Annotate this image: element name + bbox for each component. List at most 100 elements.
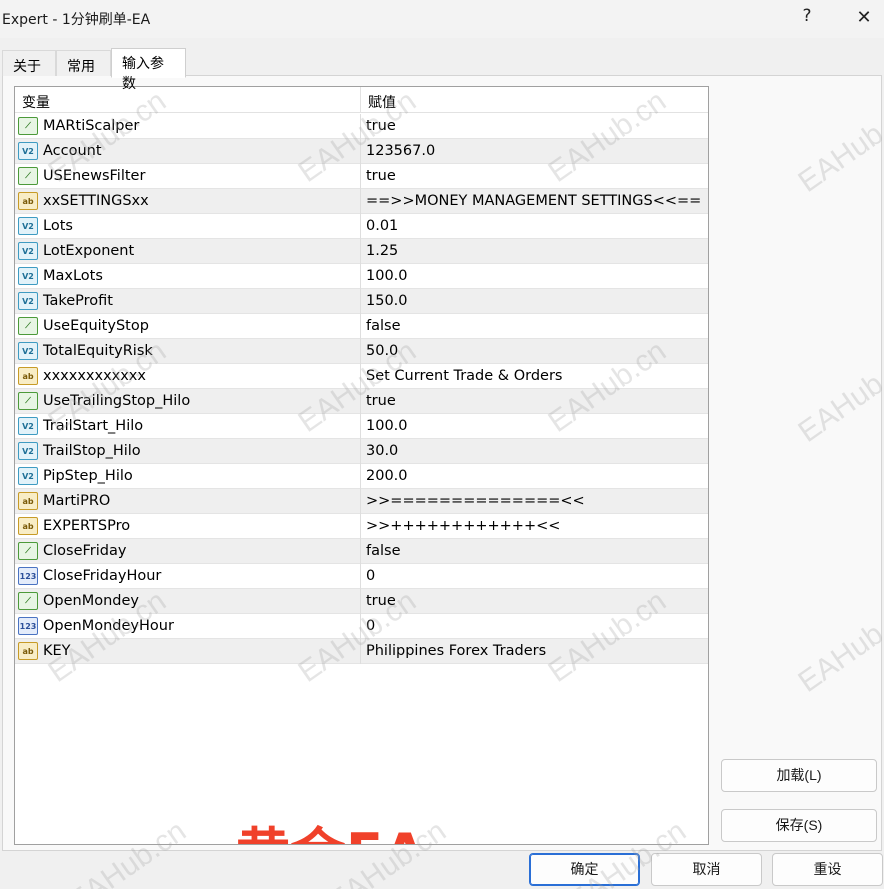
cancel-button[interactable]: 取消 [651, 853, 762, 886]
table-row[interactable]: V2 TrailStart_Hilo 100.0 [15, 414, 708, 439]
load-button[interactable]: 加载(L) [721, 759, 877, 792]
table-row[interactable]: V2 TakeProfit 150.0 [15, 289, 708, 314]
column-header-variable[interactable]: 变量 [22, 92, 50, 112]
cell-divider [360, 214, 361, 239]
table-row[interactable]: ⟋ UseTrailingStop_Hilo true [15, 389, 708, 414]
parameter-name: OpenMondeyHour [43, 618, 174, 634]
double-icon: V2 [18, 417, 38, 435]
cell-divider [360, 614, 361, 639]
parameter-name: CloseFriday [43, 543, 127, 559]
parameter-value[interactable]: 123567.0 [366, 143, 435, 159]
tab-common[interactable]: 常用 [56, 50, 111, 76]
parameter-name: KEY [43, 643, 71, 659]
parameter-name: TrailStop_Hilo [43, 443, 141, 459]
help-button[interactable]: ? [800, 6, 814, 26]
parameter-value[interactable]: >>++++++++++++<< [366, 518, 560, 534]
bool-icon: ⟋ [18, 592, 38, 610]
parameter-name: MaxLots [43, 268, 103, 284]
parameter-value[interactable]: 100.0 [366, 418, 408, 434]
parameter-value[interactable]: 1.25 [366, 243, 398, 259]
parameter-name: Account [43, 143, 102, 159]
cell-divider [360, 189, 361, 214]
parameter-name: TotalEquityRisk [43, 343, 153, 359]
cell-divider [360, 264, 361, 289]
parameter-value[interactable]: false [366, 543, 401, 559]
table-row[interactable]: ⟋ USEnewsFilter true [15, 164, 708, 189]
double-icon: V2 [18, 242, 38, 260]
parameter-value[interactable]: 0.01 [366, 218, 398, 234]
save-button[interactable]: 保存(S) [721, 809, 877, 842]
parameter-value[interactable]: true [366, 593, 396, 609]
reset-button[interactable]: 重设 [772, 853, 883, 886]
table-row[interactable]: V2 Account 123567.0 [15, 139, 708, 164]
table-row[interactable]: ab KEY Philippines Forex Traders [15, 639, 708, 664]
cell-divider [360, 139, 361, 164]
string-icon: ab [18, 367, 38, 385]
cell-divider [360, 289, 361, 314]
bool-icon: ⟋ [18, 392, 38, 410]
table-row[interactable]: V2 LotExponent 1.25 [15, 239, 708, 264]
parameter-value[interactable]: 0 [366, 568, 375, 584]
table-row[interactable]: V2 PipStep_Hilo 200.0 [15, 464, 708, 489]
parameter-value[interactable]: >>==============<< [366, 493, 585, 509]
parameter-name: TrailStart_Hilo [43, 418, 144, 434]
double-icon: V2 [18, 292, 38, 310]
parameter-value[interactable]: 150.0 [366, 293, 408, 309]
bool-icon: ⟋ [18, 317, 38, 335]
column-divider[interactable] [360, 87, 361, 113]
table-row[interactable]: V2 TotalEquityRisk 50.0 [15, 339, 708, 364]
table-row[interactable]: ⟋ MARtiScalper true [15, 114, 708, 139]
cell-divider [360, 339, 361, 364]
parameter-value[interactable]: false [366, 318, 401, 334]
parameter-name: TakeProfit [43, 293, 113, 309]
parameter-value[interactable]: 200.0 [366, 468, 408, 484]
table-row[interactable]: ab MartiPRO >>==============<< [15, 489, 708, 514]
cell-divider [360, 489, 361, 514]
cell-divider [360, 164, 361, 189]
table-row[interactable]: V2 MaxLots 100.0 [15, 264, 708, 289]
close-button[interactable]: ✕ [854, 7, 874, 28]
parameter-value[interactable]: 100.0 [366, 268, 408, 284]
table-row[interactable]: V2 TrailStop_Hilo 30.0 [15, 439, 708, 464]
column-header-value[interactable]: 赋值 [368, 92, 396, 112]
cell-divider [360, 364, 361, 389]
parameter-value[interactable]: true [366, 168, 396, 184]
cell-divider [360, 114, 361, 139]
parameter-value[interactable]: 30.0 [366, 443, 398, 459]
tab-inputs[interactable]: 输入参数 [111, 48, 186, 92]
parameter-value[interactable]: true [366, 393, 396, 409]
table-row[interactable]: ⟋ UseEquityStop false [15, 314, 708, 339]
inputs-grid[interactable]: 变量 赋值 ⟋ MARtiScalper true V2 Account 123567.0… [14, 86, 709, 845]
parameter-name: MARtiScalper [43, 118, 140, 134]
ok-button[interactable]: 确定 [529, 853, 640, 886]
parameter-value[interactable]: 0 [366, 618, 375, 634]
table-row[interactable]: ⟋ OpenMondey true [15, 589, 708, 614]
table-row[interactable]: ab EXPERTSPro >>++++++++++++<< [15, 514, 708, 539]
grid-rows: ⟋ MARtiScalper true V2 Account 123567.0 ⟋ USEne… [15, 114, 708, 664]
tab-about[interactable]: 关于 [2, 50, 56, 76]
double-icon: V2 [18, 142, 38, 160]
parameter-value[interactable]: 50.0 [366, 343, 398, 359]
parameter-name: MartiPRO [43, 493, 111, 509]
cell-divider [360, 464, 361, 489]
parameter-value[interactable]: Set Current Trade & Orders [366, 368, 562, 384]
string-icon: ab [18, 517, 38, 535]
table-row[interactable]: 123 CloseFridayHour 0 [15, 564, 708, 589]
parameter-value[interactable]: ==>>MONEY MANAGEMENT SETTINGS<<== [366, 193, 701, 209]
table-row[interactable]: ab xxSETTINGSxx ==>>MONEY MANAGEMENT SETTI… [15, 189, 708, 214]
grid-header: 变量 赋值 [15, 87, 708, 113]
parameter-value[interactable]: true [366, 118, 396, 134]
cell-divider [360, 314, 361, 339]
window-title: Expert - 1分钟刷单-EA [2, 12, 151, 28]
double-icon: V2 [18, 342, 38, 360]
parameter-value[interactable]: Philippines Forex Traders [366, 643, 546, 659]
table-row[interactable]: 123 OpenMondeyHour 0 [15, 614, 708, 639]
cell-divider [360, 239, 361, 264]
parameter-name: xxSETTINGSxx [43, 193, 149, 209]
table-row[interactable]: V2 Lots 0.01 [15, 214, 708, 239]
table-row[interactable]: ab xxxxxxxxxxxx Set Current Trade & Orders [15, 364, 708, 389]
bool-icon: ⟋ [18, 167, 38, 185]
table-row[interactable]: ⟋ CloseFriday false [15, 539, 708, 564]
title-bar: Expert - 1分钟刷单-EA ? ✕ [0, 0, 884, 38]
bool-icon: ⟋ [18, 542, 38, 560]
